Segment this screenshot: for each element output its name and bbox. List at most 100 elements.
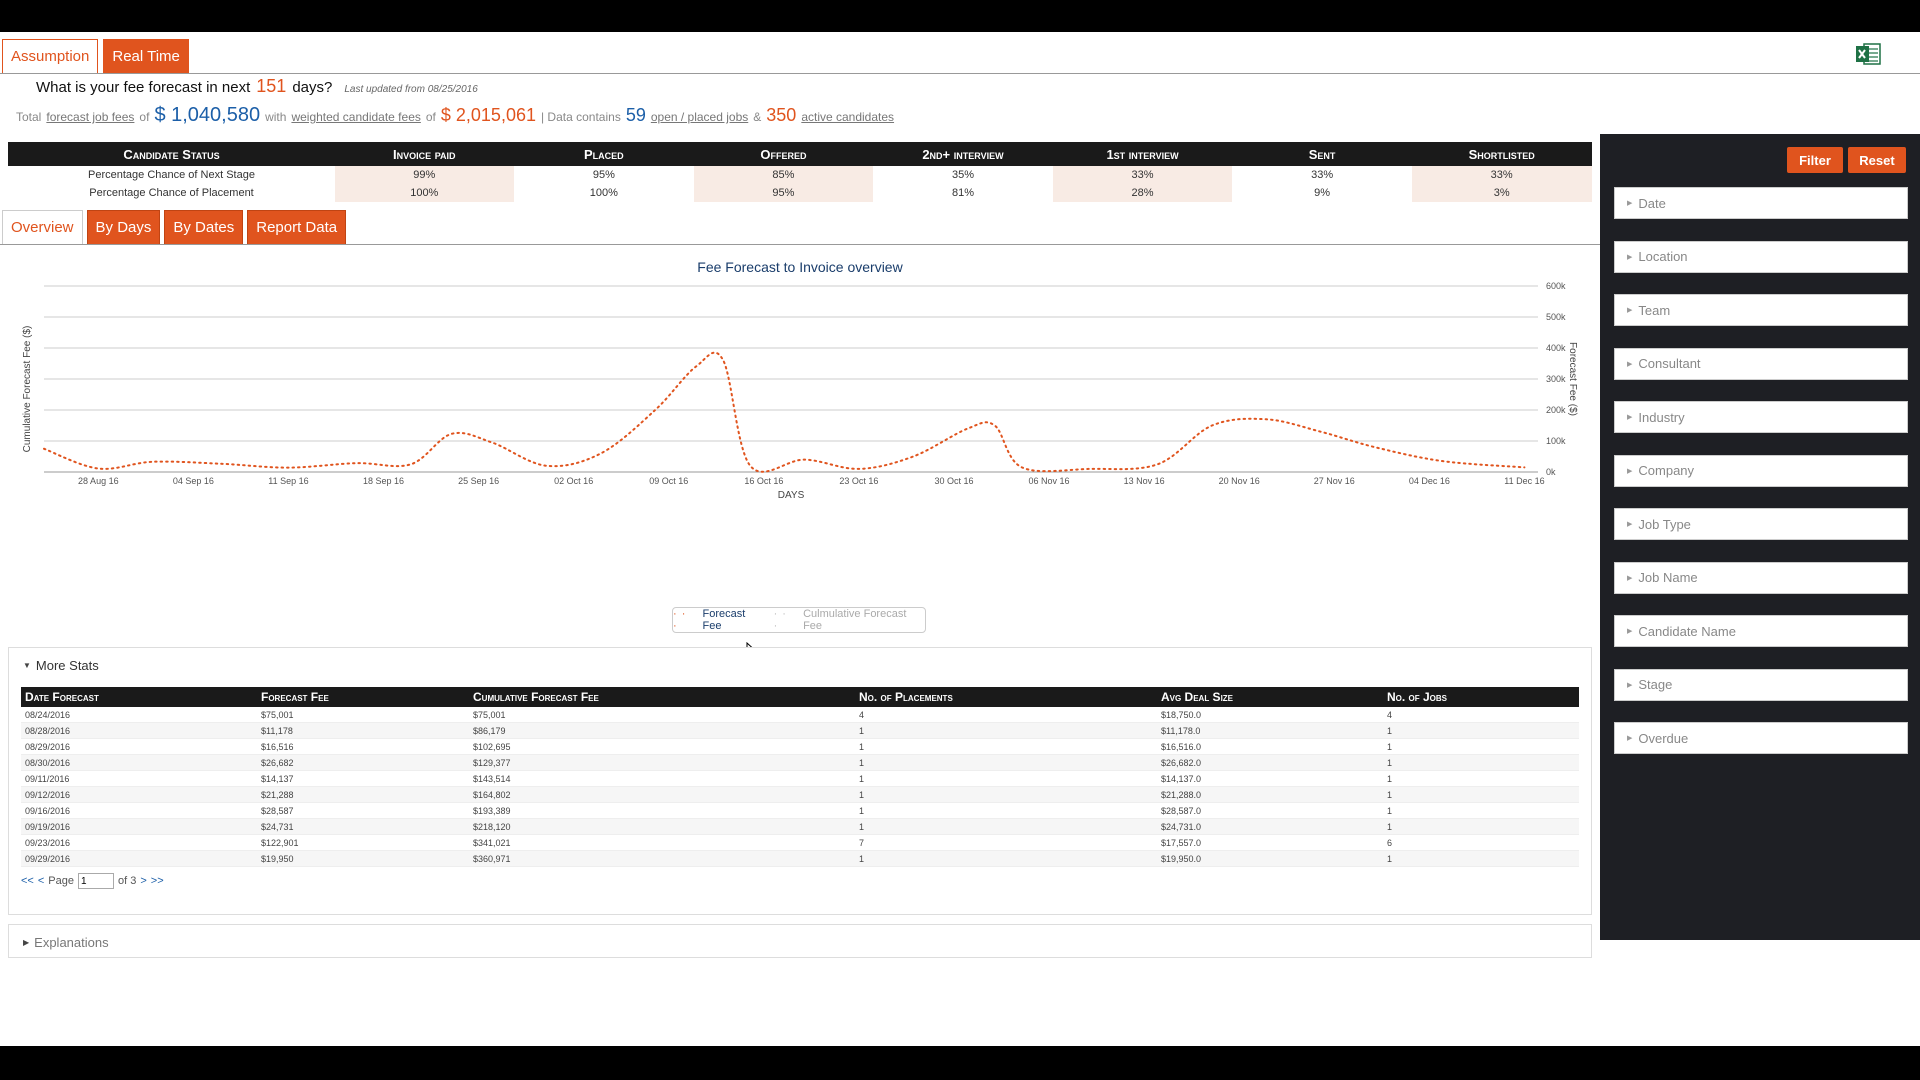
- table-cell: 1: [855, 818, 1157, 835]
- tab-assumption[interactable]: Assumption: [2, 39, 99, 74]
- status-header: Placed: [513, 142, 695, 166]
- stats-table-body: 08/24/2016 $75,001 $75,001 4 $18,750.0 4 08/28…: [21, 707, 1579, 867]
- window-bottom-bar: [0, 1046, 1920, 1080]
- stats-header[interactable]: Forecast Fee: [257, 687, 469, 707]
- filter-stage[interactable]: ▶ Stage: [1614, 668, 1908, 701]
- more-stats-table: Date Forecast Forecast Fee Cumulative Fo…: [21, 687, 1579, 867]
- stats-header[interactable]: Date Forecast: [21, 687, 257, 707]
- table-row: 09/12/2016 $21,288 $164,802 1 $21,288.0 1: [21, 786, 1579, 803]
- table-cell: $19,950: [257, 850, 469, 867]
- tab-by-dates[interactable]: By Dates: [164, 210, 244, 245]
- stats-header[interactable]: Cumulative Forecast Fee: [469, 687, 855, 707]
- filter-job-type[interactable]: ▶ Job Type: [1614, 508, 1908, 540]
- table-cell: 08/30/2016: [21, 754, 257, 771]
- status-cell: 3%: [1411, 184, 1592, 202]
- status-cell: 33%: [1311, 169, 1334, 181]
- open-placed-jobs-link[interactable]: open / placed jobs: [651, 110, 748, 124]
- caret-right-icon: ▶: [23, 938, 30, 947]
- tab-real-time[interactable]: Real Time: [103, 39, 189, 74]
- table-row: 08/24/2016 $75,001 $75,001 4 $18,750.0 4: [21, 707, 1579, 723]
- table-cell: $11,178.0: [1157, 722, 1383, 739]
- table-cell: $28,587: [257, 802, 469, 819]
- x-tick-label: 04 Sep 16: [173, 476, 214, 486]
- series-forecast-fee-line: [43, 351, 1526, 473]
- pagination: << < Page of 3 > >>: [21, 873, 164, 889]
- tab-divider: [0, 73, 1920, 74]
- x-tick-label: 06 Nov 16: [1029, 476, 1070, 486]
- status-header: Invoice paid: [334, 142, 515, 166]
- x-tick-label: 02 Oct 16: [554, 476, 593, 486]
- table-cell: $14,137.0: [1157, 770, 1383, 787]
- filter-candidate-name[interactable]: ▶ Candidate Name: [1614, 615, 1908, 647]
- first-page-button[interactable]: <<: [21, 875, 34, 887]
- filter-team[interactable]: ▶ Team: [1614, 294, 1908, 326]
- tab-overview[interactable]: Overview: [2, 210, 83, 245]
- caret-right-icon: ▶: [1627, 628, 1633, 635]
- jobs-count: 59: [625, 105, 646, 125]
- table-cell: 09/23/2016: [21, 834, 257, 851]
- table-row: 09/23/2016 $122,901 $341,021 7 $17,557.0 6: [21, 834, 1579, 851]
- table-cell: 09/16/2016: [21, 802, 257, 819]
- filter-label: Stage: [1638, 677, 1673, 692]
- weighted-candidate-fees-link[interactable]: weighted candidate fees: [291, 110, 420, 124]
- caret-right-icon: ▶: [1627, 307, 1633, 314]
- table-row: 08/30/2016 $26,682 $129,377 1 $26,682.0 1: [21, 754, 1579, 771]
- stats-header[interactable]: No. of Placements: [855, 687, 1157, 707]
- table-cell: 1: [1383, 850, 1579, 867]
- forecast-days[interactable]: 151: [256, 76, 286, 97]
- table-cell: $19,950.0: [1157, 850, 1383, 867]
- status-header: Shortlisted: [1411, 142, 1592, 166]
- stats-header[interactable]: Avg Deal Size: [1157, 687, 1383, 707]
- table-cell: 1: [855, 850, 1157, 867]
- table-cell: $129,377: [469, 754, 855, 771]
- status-header: Sent: [1231, 142, 1413, 166]
- table-cell: 1: [855, 738, 1157, 755]
- x-tick-label: 28 Aug 16: [78, 476, 119, 486]
- table-cell: 1: [1383, 802, 1579, 819]
- caret-right-icon: ▶: [1627, 681, 1633, 689]
- tab-report-data[interactable]: Report Data: [247, 210, 347, 245]
- page-number-input[interactable]: [78, 873, 114, 889]
- table-cell: $24,731.0: [1157, 818, 1383, 835]
- y-axis-label-right: Forecast Fee ($): [1567, 342, 1578, 416]
- status-row-label: Percentage Chance of Next Stage: [88, 169, 255, 181]
- last-page-button[interactable]: >>: [151, 875, 164, 887]
- tab-by-days[interactable]: By Days: [86, 210, 161, 245]
- filter-consultant[interactable]: ▶ Consultant: [1614, 347, 1908, 380]
- explanations-toggle[interactable]: ▶ Explanations: [23, 935, 109, 950]
- filter-button[interactable]: Filter: [1787, 147, 1843, 173]
- next-page-button[interactable]: >: [140, 875, 146, 887]
- legend-cumulative-fee[interactable]: Culmulative Forecast Fee: [803, 608, 925, 632]
- more-stats-toggle[interactable]: ▼ More Stats: [23, 658, 99, 673]
- status-header: Candidate Status: [8, 142, 335, 166]
- table-cell: $28,587.0: [1157, 802, 1383, 819]
- active-candidates-link[interactable]: active candidates: [801, 110, 894, 124]
- filter-company[interactable]: ▶ Company: [1614, 454, 1908, 487]
- filter-sidebar: Filter Reset ▶ Date ▶ Location ▶ Team ▶ Consult…: [1600, 134, 1920, 940]
- filter-date[interactable]: ▶ Date: [1614, 187, 1908, 219]
- legend-forecast-fee[interactable]: Forecast Fee: [703, 608, 766, 632]
- status-row-placement: Percentage Chance of Placement 100% 100%…: [9, 184, 1592, 202]
- reset-button[interactable]: Reset: [1848, 147, 1906, 173]
- x-tick-label: 13 Nov 16: [1124, 476, 1165, 486]
- table-cell: 6: [1383, 834, 1579, 851]
- table-cell: 1: [1383, 786, 1579, 803]
- prev-page-button[interactable]: <: [38, 875, 44, 887]
- table-cell: $26,682.0: [1157, 754, 1383, 771]
- status-cell: 99%: [334, 165, 515, 184]
- caret-down-icon: ▼: [23, 661, 31, 670]
- more-stats-title: More Stats: [35, 658, 99, 673]
- status-header: 1st interview: [1052, 142, 1233, 166]
- table-cell: $18,750.0: [1157, 707, 1383, 723]
- caret-right-icon: ▶: [1627, 414, 1633, 421]
- filter-industry[interactable]: ▶ Industry: [1614, 401, 1908, 433]
- filter-job-name[interactable]: ▶ Job Name: [1614, 561, 1908, 594]
- data-contains-text: | Data contains: [540, 110, 621, 124]
- stats-header[interactable]: No. of Jobs: [1383, 687, 1579, 707]
- forecast-job-fees-link[interactable]: forecast job fees: [46, 110, 134, 124]
- summary-line: Total forecast job fees of $ 1,040,580 w…: [16, 104, 894, 130]
- table-cell: 1: [1383, 818, 1579, 835]
- filter-overdue[interactable]: ▶ Overdue: [1614, 722, 1908, 754]
- filter-location[interactable]: ▶ Location: [1614, 240, 1908, 273]
- excel-export-icon[interactable]: [1855, 42, 1881, 66]
